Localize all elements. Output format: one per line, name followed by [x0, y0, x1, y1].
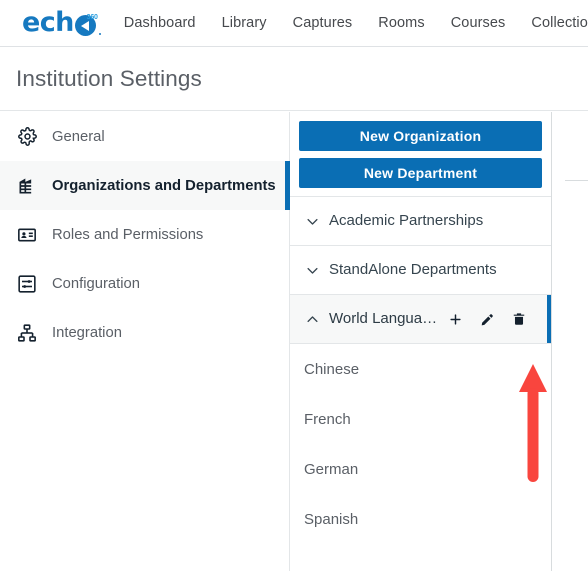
nav-item-courses[interactable]: Courses [451, 13, 506, 33]
edit-department-icon[interactable] [479, 310, 495, 328]
sidebar-item-general[interactable]: General [0, 112, 289, 161]
tree-leaf-label: French [304, 410, 351, 428]
detail-panel-divider [565, 180, 588, 181]
page-header: Institution Settings [0, 47, 588, 111]
sidebar-item-roles-and-permissions[interactable]: Roles and Permissions [0, 210, 289, 259]
nav-item-collections[interactable]: Collections [531, 13, 588, 33]
new-department-button[interactable]: New Department [299, 158, 542, 188]
sidebar-item-label-integration: Integration [52, 324, 122, 341]
sidebar-item-label-organizations: Organizations and Departments [52, 177, 276, 194]
tree-leaf-label: Chinese [304, 360, 360, 378]
tree-row-standalone-departments[interactable]: StandAlone Departments [290, 246, 551, 295]
building-icon [16, 175, 38, 197]
gear-icon [16, 126, 38, 148]
nav-item-dashboard[interactable]: Dashboard [124, 13, 196, 33]
chevron-down-icon[interactable] [304, 213, 320, 229]
tree-leaf-chinese[interactable]: Chinese [290, 344, 551, 394]
chevron-down-icon[interactable] [304, 262, 320, 278]
top-navigation-bar: ech 360 Dashboard Library Captures Rooms… [0, 0, 588, 47]
tree-leaf-label: Spanish [304, 510, 359, 528]
tree-row-label: StandAlone Departments [329, 261, 497, 278]
tree-leaf-french[interactable]: French [290, 394, 551, 444]
tree-action-buttons: New Organization New Department [290, 112, 551, 196]
tree-row-label: Academic Partnerships [329, 212, 484, 229]
page-title: Institution Settings [16, 65, 202, 91]
chevron-up-icon[interactable] [304, 311, 320, 327]
tree-leaf-label: German [304, 460, 359, 478]
sidebar-item-label-roles: Roles and Permissions [52, 226, 204, 243]
nav-item-list: Dashboard Library Captures Rooms Courses… [124, 13, 588, 33]
nav-item-library[interactable]: Library [222, 13, 267, 33]
organization-tree-panel: New Organization New Department Academic… [290, 112, 552, 571]
organization-tree-list: Academic Partnerships StandAlone Departm… [290, 196, 551, 544]
tree-row-academic-partnerships[interactable]: Academic Partnerships [290, 197, 551, 246]
detail-panel [553, 112, 588, 571]
logo-wordmark: ech [22, 7, 74, 38]
tree-row-label: World Langua… [329, 310, 438, 327]
sidebar-item-configuration[interactable]: Configuration [0, 259, 289, 308]
nav-item-captures[interactable]: Captures [293, 13, 353, 33]
sidebar-item-integration[interactable]: Integration [0, 308, 289, 357]
echo360-logo[interactable]: ech 360 [22, 7, 101, 38]
new-organization-button[interactable]: New Organization [299, 121, 542, 151]
institution-settings-page: ech 360 Dashboard Library Captures Rooms… [0, 0, 588, 571]
tree-row-world-languages[interactable]: World Langua… [290, 295, 551, 344]
tree-row-actions [447, 310, 527, 328]
sidebar-item-organizations-and-departments[interactable]: Organizations and Departments [0, 161, 290, 210]
logo-superscript: 360 [86, 14, 98, 21]
logo-play-circle-icon: 360 [74, 14, 101, 36]
delete-department-icon[interactable] [511, 310, 527, 328]
sidebar-item-label-general: General [52, 128, 105, 145]
tree-leaf-spanish[interactable]: Spanish [290, 494, 551, 544]
sitemap-icon [16, 322, 38, 344]
logo-registered-dot [98, 33, 101, 35]
nav-item-rooms[interactable]: Rooms [378, 13, 424, 33]
id-card-icon [16, 224, 38, 246]
add-department-icon[interactable] [447, 310, 463, 328]
settings-sidebar: General Organizations and Departments Ro… [0, 112, 290, 571]
sliders-icon [16, 273, 38, 295]
tree-leaf-german[interactable]: German [290, 444, 551, 494]
sidebar-item-label-configuration: Configuration [52, 275, 141, 292]
